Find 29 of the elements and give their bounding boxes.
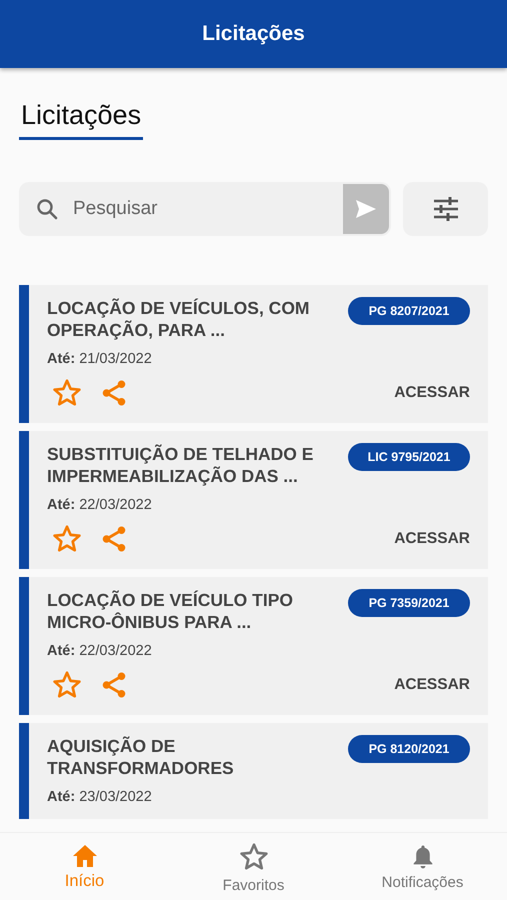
nav-tab[interactable]: Notificações [338, 833, 507, 900]
access-button[interactable]: ACESSAR [394, 384, 470, 402]
search-field[interactable]: Pesquisar [19, 182, 391, 236]
tender-code-badge: LIC 9795/2021 [348, 443, 470, 471]
tender-code-badge: PG 8120/2021 [348, 735, 470, 763]
due-date: Até: 22/03/2022 [47, 497, 153, 513]
sliders-icon [432, 197, 458, 221]
tender-title: LOCAÇÃO DE VEÍCULOS, COM OPERAÇÃO, PARA ... [47, 297, 311, 341]
due-date: Até: 21/03/2022 [47, 351, 153, 367]
send-button[interactable] [343, 184, 389, 234]
tender-title: LOCAÇÃO DE VEÍCULO TIPO MICRO-ÔNIBUS PARA ... [47, 589, 294, 633]
due-date: Até: 23/03/2022 [47, 789, 153, 805]
nav-tab[interactable]: Favoritos [169, 833, 338, 900]
send-icon [355, 199, 377, 219]
page-heading: Licitações [19, 100, 144, 140]
star-icon[interactable] [238, 840, 270, 872]
home-icon [72, 844, 98, 868]
search-icon [35, 197, 59, 221]
tender-title: AQUISIÇÃO DE TRANSFORMADORES [47, 735, 235, 779]
due-date: Até: 22/03/2022 [47, 643, 153, 659]
tender-title: SUBSTITUIÇÃO DE TELHADO E IMPERMEABILIZAÇÃO DAS ... [47, 443, 314, 487]
search-input[interactable]: Pesquisar [59, 197, 343, 221]
access-button[interactable]: ACESSAR [394, 676, 470, 694]
bell-icon [410, 844, 434, 870]
app-bar: Licitações [0, 0, 507, 68]
tender-code-badge: PG 7359/2021 [348, 589, 470, 617]
access-button[interactable]: ACESSAR [394, 530, 470, 548]
filter-button[interactable] [403, 182, 488, 236]
tender-code-badge: PG 8207/2021 [348, 297, 470, 325]
